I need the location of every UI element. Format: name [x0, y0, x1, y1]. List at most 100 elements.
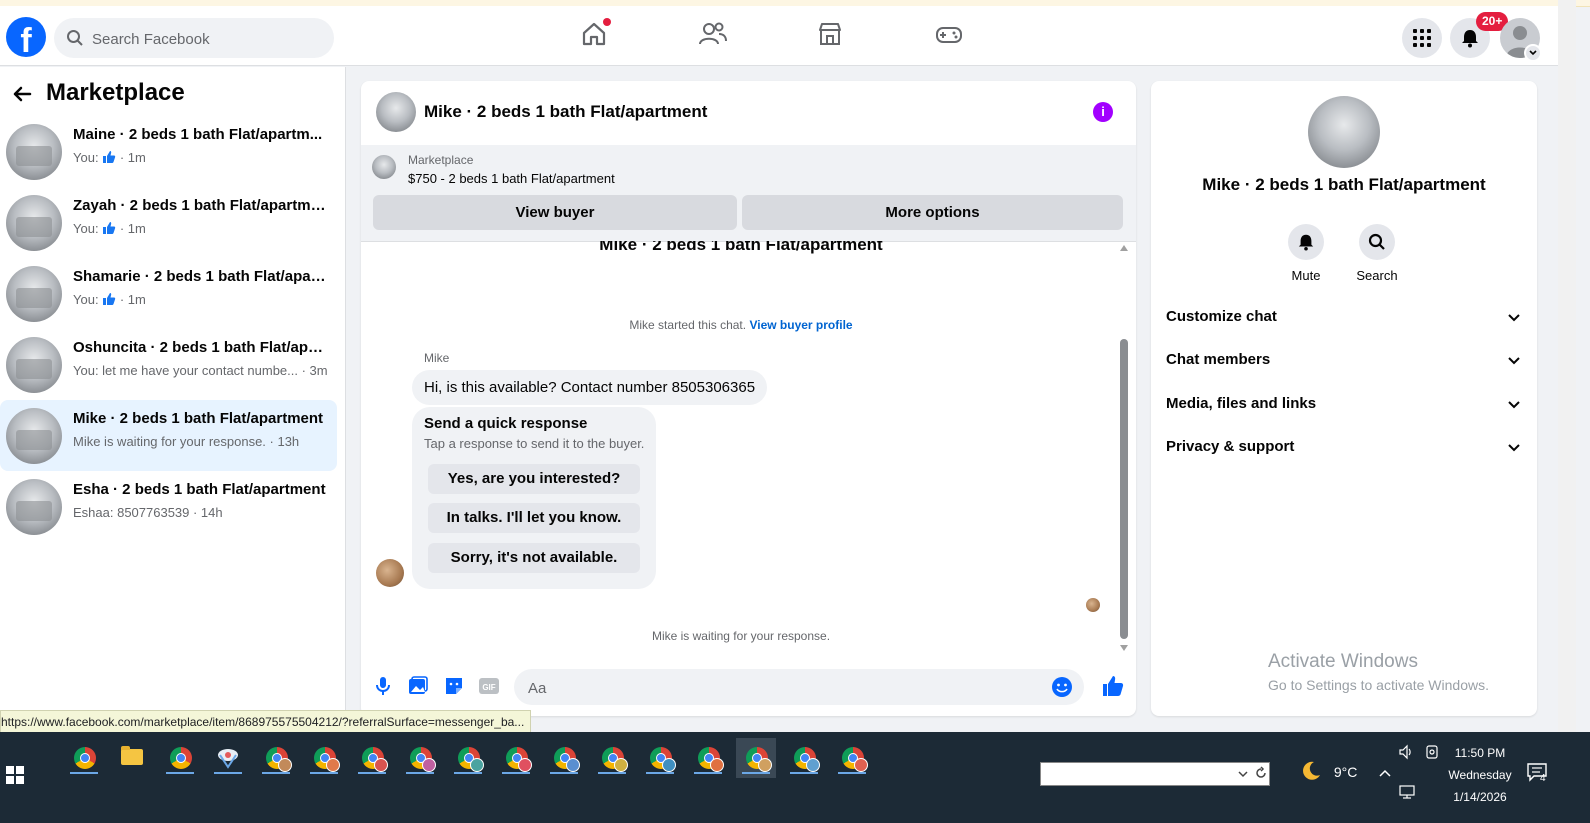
preview-time: · 1m — [119, 150, 146, 165]
chat-title[interactable]: Mike · 2 beds 1 bath Flat/apartment — [424, 102, 707, 122]
account-chevron[interactable] — [1524, 44, 1542, 62]
watermark-line1: Activate Windows — [1268, 651, 1418, 672]
menu-button[interactable] — [1402, 18, 1442, 58]
conversation-item[interactable]: Esha · 2 beds 1 bath Flat/apartment Esha… — [0, 471, 337, 542]
listing-thumbnail — [6, 337, 62, 393]
emoji-icon[interactable] — [1051, 676, 1073, 698]
scrollbar-thumb[interactable] — [1120, 339, 1128, 639]
running-indicator — [598, 772, 626, 774]
clock[interactable]: 11:50 PM Wednesday 1/14/2026 — [1440, 742, 1520, 808]
gaming-nav-button[interactable] — [934, 20, 966, 52]
conversation-preview: You: · 1m — [73, 292, 328, 307]
quick-response-option[interactable]: Yes, are you interested? — [428, 464, 640, 494]
thumbs-up-send-icon[interactable] — [1101, 674, 1125, 698]
thumbs-up-icon — [103, 293, 116, 305]
message-input-box[interactable] — [514, 669, 1084, 707]
taskbar-chrome-app[interactable] — [64, 738, 104, 778]
taskbar-chrome-profile-app[interactable] — [352, 738, 392, 778]
running-indicator — [214, 772, 242, 774]
search-input[interactable] — [90, 18, 324, 60]
message-composer: GIF — [361, 666, 1136, 716]
chrome-icon — [74, 747, 96, 769]
waiting-notice: Mike is waiting for your response. — [651, 629, 831, 643]
back-arrow-icon[interactable] — [10, 82, 34, 106]
refresh-icon[interactable] — [1254, 766, 1268, 780]
taskbar-chrome-profile-app[interactable] — [256, 738, 296, 778]
chevron-up-icon[interactable] — [1378, 768, 1392, 778]
home-nav-button[interactable] — [580, 18, 612, 52]
thumbs-up-icon — [103, 222, 116, 234]
mute-button[interactable]: Mute — [1281, 224, 1331, 283]
taskbar-chrome-profile-app[interactable] — [688, 738, 728, 778]
taskbar-search-box[interactable] — [1040, 762, 1270, 786]
taskbar-chrome-profile-app[interactable] — [640, 738, 680, 778]
conversation-item-active[interactable]: Mike · 2 beds 1 bath Flat/apartment Mike… — [0, 400, 337, 471]
facebook-logo[interactable]: f — [6, 17, 46, 57]
svg-text:GIF: GIF — [482, 683, 495, 692]
taskbar-chrome-profile-app[interactable] — [160, 738, 200, 778]
chrome-icon — [794, 747, 820, 772]
conversation-item[interactable]: Maine · 2 beds 1 bath Flat/apartm... You… — [0, 116, 337, 187]
listing-description[interactable]: $750 - 2 beds 1 bath Flat/apartment — [408, 171, 615, 186]
message-scrollbar[interactable] — [1119, 241, 1129, 661]
started-text: Mike started this chat. — [629, 318, 747, 332]
search-in-chat-button[interactable]: Search — [1352, 224, 1402, 283]
taskbar-chrome-profile-app[interactable] — [400, 738, 440, 778]
search-label: Search — [1356, 268, 1398, 283]
scroll-down-arrow-icon[interactable] — [1120, 645, 1128, 651]
quick-response-option[interactable]: In talks. I'll let you know. — [428, 503, 640, 533]
clock-date: 1/14/2026 — [1453, 790, 1507, 804]
sticker-icon[interactable] — [443, 675, 465, 697]
taskbar-chrome-profile-app[interactable] — [784, 738, 824, 778]
quick-response-option[interactable]: Sorry, it's not available. — [428, 543, 640, 573]
privacy-support-section[interactable]: Privacy & support — [1166, 428, 1522, 468]
chat-members-section[interactable]: Chat members — [1166, 341, 1522, 381]
taskbar-chrome-profile-app[interactable] — [544, 738, 584, 778]
more-options-button[interactable]: More options — [742, 195, 1123, 230]
scroll-up-arrow-icon[interactable] — [1120, 245, 1128, 251]
conversation-name: Mike · 2 beds 1 bath Flat/apartment — [73, 410, 324, 427]
marketplace-nav-button[interactable] — [816, 20, 848, 52]
buyer-avatar[interactable] — [376, 559, 404, 587]
taskbar-chrome-profile-app[interactable] — [496, 738, 536, 778]
conversation-preview: You: let me have your contact numbe... ·… — [73, 363, 328, 378]
taskbar-chrome-profile-app[interactable] — [592, 738, 632, 778]
search-circle — [1359, 224, 1395, 260]
conversation-item[interactable]: Shamarie · 2 beds 1 bath Flat/apar... Yo… — [0, 258, 337, 329]
taskbar-chrome-profile-app[interactable] — [448, 738, 488, 778]
taskbar-chrome-profile-app[interactable] — [832, 738, 872, 778]
speaker-icon[interactable] — [1398, 744, 1414, 760]
taskbar-pinned-app[interactable] — [208, 738, 248, 778]
page-scrollbar[interactable] — [1558, 0, 1576, 732]
view-buyer-profile-link[interactable]: View buyer profile — [749, 318, 852, 332]
moon-icon — [1303, 761, 1320, 780]
weather-widget[interactable]: 9°C — [1300, 760, 1357, 782]
search-box[interactable] — [54, 18, 334, 60]
taskbar-chrome-profile-app[interactable] — [304, 738, 344, 778]
info-icon[interactable]: i — [1093, 102, 1113, 122]
running-indicator — [310, 772, 338, 774]
taskbar-file-explorer-app[interactable] — [112, 738, 152, 778]
network-icon[interactable] — [1398, 784, 1416, 800]
message-input[interactable] — [526, 669, 1050, 707]
camera-icon[interactable] — [1424, 744, 1440, 760]
taskbar-chrome-profile-app-active[interactable] — [736, 738, 776, 778]
mute-label: Mute — [1291, 268, 1321, 283]
listing-thumbnail — [6, 408, 62, 464]
conversation-item[interactable]: Zayah · 2 beds 1 bath Flat/apartme... Yo… — [0, 187, 337, 258]
windows-start-icon[interactable] — [6, 766, 24, 784]
chrome-icon — [458, 747, 484, 772]
media-files-links-section[interactable]: Media, files and links — [1166, 385, 1522, 425]
friends-nav-button[interactable] — [698, 20, 730, 52]
microphone-icon[interactable] — [372, 675, 394, 697]
details-avatar[interactable] — [1308, 96, 1380, 168]
customize-chat-section[interactable]: Customize chat — [1166, 298, 1522, 338]
chat-avatar[interactable] — [376, 92, 416, 132]
listing-thumbnail — [6, 479, 62, 535]
photo-icon[interactable] — [407, 675, 429, 697]
bell-icon — [1462, 30, 1478, 48]
conversation-item[interactable]: Oshuncita · 2 beds 1 bath Flat/apar... Y… — [0, 329, 337, 400]
gif-icon[interactable]: GIF — [478, 675, 500, 697]
view-buyer-button[interactable]: View buyer — [373, 195, 737, 230]
chevron-down-icon — [1508, 401, 1520, 409]
